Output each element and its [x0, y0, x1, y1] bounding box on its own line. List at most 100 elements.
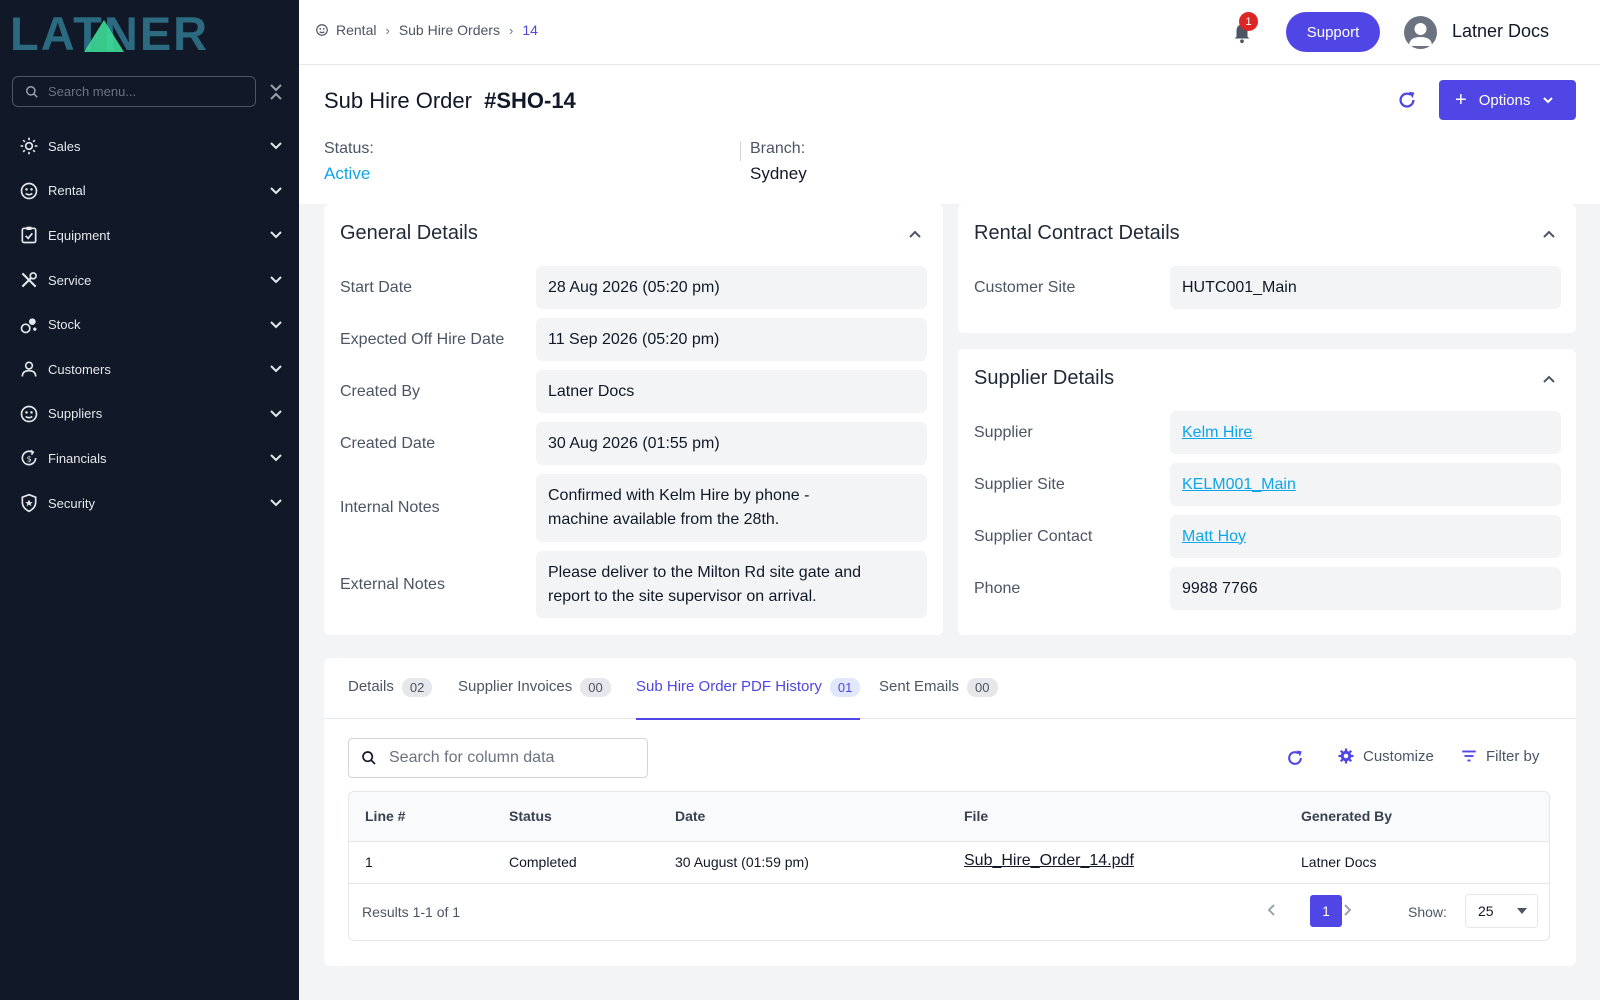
- tab-supplier-invoices[interactable]: Supplier Invoices 00: [458, 678, 611, 720]
- chevron-left-icon[interactable]: [1264, 902, 1280, 918]
- detail-row: Supplier Contact Matt Hoy: [974, 515, 1561, 558]
- tab-pdf-history[interactable]: Sub Hire Order PDF History 01: [636, 678, 861, 720]
- sidebar-item-service[interactable]: Service: [0, 258, 299, 303]
- external-notes-value: Please deliver to the Milton Rd site gat…: [536, 551, 927, 618]
- stock-icon: [19, 315, 39, 335]
- sidebar-item-rental[interactable]: Rental: [0, 169, 299, 214]
- search-icon: [362, 751, 376, 765]
- user-icon: [1409, 23, 1432, 46]
- detail-row: Created Date 30 Aug 2026 (01:55 pm): [340, 422, 927, 465]
- column-header-date[interactable]: Date: [675, 808, 705, 824]
- table-header: Line # Status Date File Generated By: [349, 792, 1549, 842]
- supplier-contact-link[interactable]: Matt Hoy: [1182, 525, 1246, 549]
- cell-generated-by: Latner Docs: [1301, 854, 1377, 870]
- customize-button[interactable]: Customize: [1337, 747, 1434, 765]
- sidebar-item-security[interactable]: Security: [0, 481, 299, 526]
- chevron-down-icon: [270, 499, 282, 507]
- breadcrumb-sub-hire-orders[interactable]: Sub Hire Orders: [399, 22, 500, 38]
- detail-row: Customer Site HUTC001_Main: [974, 266, 1561, 309]
- created-by-label: Created By: [340, 382, 421, 400]
- sidebar-item-financials[interactable]: $ Financials: [0, 436, 299, 481]
- detail-row: Start Date 28 Aug 2026 (05:20 pm): [340, 266, 927, 309]
- refresh-icon[interactable]: [1285, 748, 1305, 768]
- avatar[interactable]: [1404, 16, 1437, 49]
- filter-icon: [1462, 750, 1476, 762]
- column-header-line[interactable]: Line #: [365, 808, 405, 824]
- chevron-down-icon: [270, 142, 282, 150]
- support-button[interactable]: Support: [1286, 12, 1380, 52]
- supplier-site-link[interactable]: KELM001_Main: [1182, 473, 1296, 497]
- table-footer: Results 1-1 of 1 1 Show: 25: [349, 884, 1549, 940]
- external-notes-label: External Notes: [340, 575, 445, 593]
- created-date-label: Created Date: [340, 434, 436, 452]
- chevron-down-icon: [270, 454, 282, 462]
- collapse-sidebar-icon[interactable]: [268, 82, 284, 102]
- gear-icon: [1338, 748, 1354, 764]
- start-date-label: Start Date: [340, 278, 413, 296]
- breadcrumb-rental[interactable]: Rental: [336, 22, 376, 38]
- supplier-contact-label: Supplier Contact: [974, 527, 1093, 545]
- suppliers-icon: [19, 404, 39, 424]
- chevron-down-icon: [270, 187, 282, 195]
- show-label: Show:: [1408, 904, 1447, 920]
- tab-sent-emails[interactable]: Sent Emails 00: [879, 678, 998, 720]
- internal-notes-value: Confirmed with Kelm Hire by phone - mach…: [536, 474, 927, 542]
- caret-down-icon: [1517, 908, 1527, 914]
- supplier-site-value: KELM001_Main: [1170, 463, 1561, 506]
- supplier-label: Supplier: [974, 423, 1033, 441]
- options-button[interactable]: + Options: [1439, 80, 1576, 120]
- sidebar-nav: Sales Rental Equipment Service Stock Cus…: [0, 124, 299, 525]
- tab-label: Sub Hire Order PDF History: [636, 678, 822, 695]
- filter-by-button[interactable]: Filter by: [1460, 747, 1539, 765]
- chevron-down-icon: [1543, 97, 1554, 104]
- detail-row: Phone 9988 7766: [974, 567, 1561, 610]
- supplier-value: Kelm Hire: [1170, 411, 1561, 454]
- start-date-value: 28 Aug 2026 (05:20 pm): [536, 266, 927, 309]
- branch-value: Sydney: [750, 164, 807, 183]
- sidebar-item-customers[interactable]: Customers: [0, 347, 299, 392]
- column-search-input[interactable]: Search for column data: [348, 738, 648, 778]
- search-menu-input[interactable]: Search menu...: [12, 76, 256, 107]
- chevron-down-icon: [270, 231, 282, 239]
- search-menu-placeholder: Search menu...: [48, 84, 137, 99]
- sidebar-item-suppliers[interactable]: Suppliers: [0, 392, 299, 437]
- latner-logo[interactable]: LATNER: [10, 12, 280, 54]
- table-row: 1 Completed 30 August (01:59 pm) Sub_Hir…: [349, 842, 1549, 884]
- detail-row: Created By Latner Docs: [340, 370, 927, 413]
- tab-label: Supplier Invoices: [458, 678, 573, 695]
- column-header-file[interactable]: File: [964, 808, 988, 824]
- customize-label: Customize: [1363, 747, 1434, 765]
- refresh-icon[interactable]: [1396, 89, 1418, 111]
- detail-row: External Notes Please deliver to the Mil…: [340, 551, 927, 618]
- chevron-up-icon[interactable]: [1541, 226, 1557, 242]
- username[interactable]: Latner Docs: [1452, 21, 1549, 42]
- chevron-up-icon[interactable]: [1541, 371, 1557, 387]
- sidebar-item-sales[interactable]: Sales: [0, 124, 299, 169]
- breadcrumb: Rental › Sub Hire Orders › 14: [315, 22, 538, 38]
- search-icon: [26, 85, 38, 98]
- sidebar: LATNER Search menu... Sales Rental Equip…: [0, 0, 299, 1000]
- column-header-generated-by[interactable]: Generated By: [1301, 808, 1392, 824]
- detail-row: Expected Off Hire Date 11 Sep 2026 (05:2…: [340, 318, 927, 361]
- page-title-text: Sub Hire Order: [324, 88, 472, 113]
- supplier-link[interactable]: Kelm Hire: [1182, 421, 1252, 445]
- page-number-button[interactable]: 1: [1310, 895, 1342, 927]
- status-label: Status:: [324, 140, 374, 157]
- sidebar-item-equipment[interactable]: Equipment: [0, 213, 299, 258]
- cell-date: 30 August (01:59 pm): [675, 854, 809, 870]
- tab-label: Details: [348, 678, 394, 695]
- tab-count: 00: [967, 678, 998, 697]
- detail-row: Supplier Kelm Hire: [974, 411, 1561, 454]
- cell-file-link[interactable]: Sub_Hire_Order_14.pdf: [964, 852, 1134, 870]
- cell-line: 1: [365, 854, 373, 870]
- tab-bar: Details 02 Supplier Invoices 00 Sub Hire…: [324, 658, 1576, 720]
- sidebar-item-stock[interactable]: Stock: [0, 302, 299, 347]
- page-size-select[interactable]: 25: [1465, 894, 1538, 928]
- chevron-up-icon[interactable]: [907, 226, 923, 242]
- tab-details[interactable]: Details 02: [348, 678, 433, 720]
- breadcrumb-current: 14: [522, 22, 538, 38]
- sidebar-item-label: Equipment: [48, 227, 111, 243]
- chevron-right-icon[interactable]: [1339, 902, 1355, 918]
- column-header-status[interactable]: Status: [509, 808, 552, 824]
- sidebar-item-label: Rental: [48, 183, 86, 199]
